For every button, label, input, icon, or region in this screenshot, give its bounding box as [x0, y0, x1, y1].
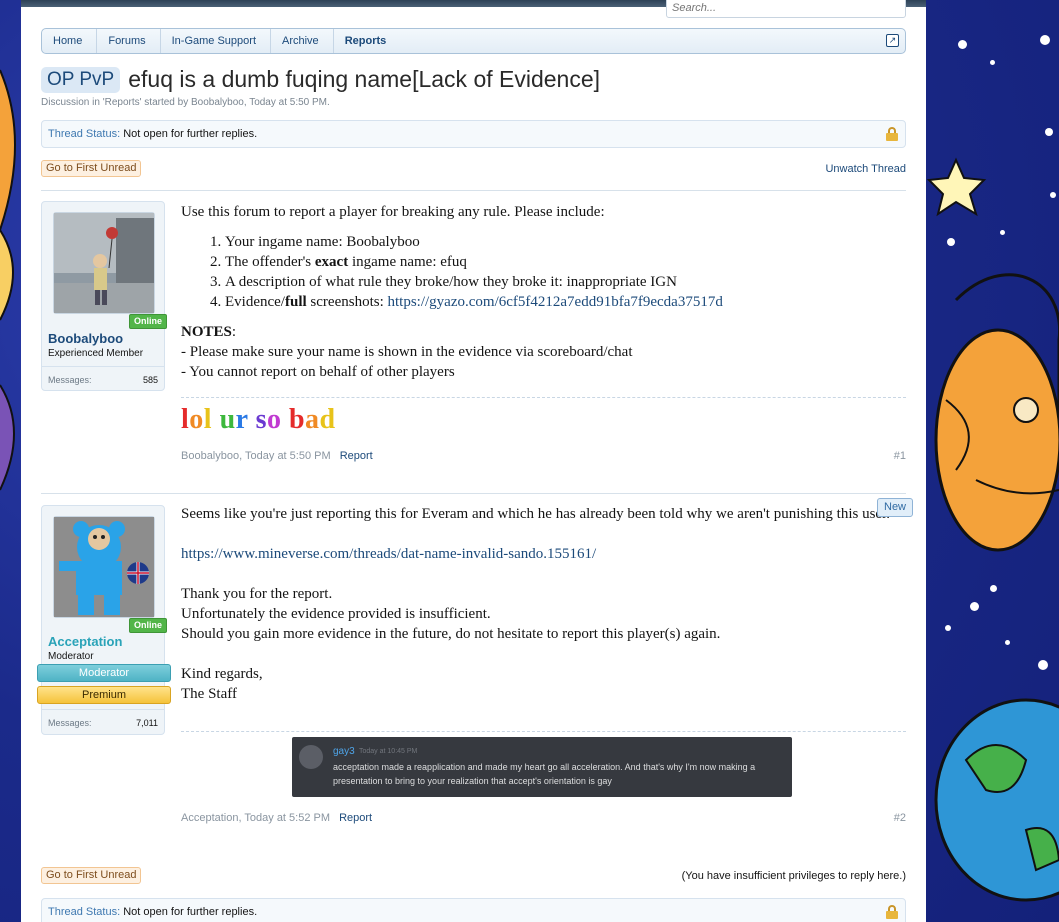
- user-title: Experienced Member: [48, 348, 144, 359]
- page-title: efuq is a dumb fuqing name[Lack of Evide…: [128, 66, 601, 92]
- post-1-user-info: Online Boobalyboo Experienced Member Mes…: [41, 201, 167, 391]
- signature: lol ur so bad: [181, 404, 336, 436]
- divider: [41, 493, 906, 494]
- meta-time[interactable]: Today at 5:52 PM: [244, 812, 330, 824]
- post-text: Unfortunately the evidence provided is i…: [181, 606, 491, 622]
- notes-heading: NOTES:: [181, 324, 237, 340]
- thread-link[interactable]: https://www.mineverse.com/threads/dat-na…: [181, 546, 596, 562]
- post-1-content: Use this forum to report a player for br…: [181, 202, 906, 382]
- star-dot: [1045, 128, 1053, 136]
- thread-status-value: Not open for further replies.: [123, 906, 258, 918]
- star-dot: [1005, 640, 1010, 645]
- thread-status-bar: Thread Status: Not open for further repl…: [41, 120, 906, 148]
- go-to-first-unread-button[interactable]: Go to First Unread: [41, 867, 142, 884]
- post-2-user-info: Online Acceptation Moderator Moderator P…: [37, 505, 171, 735]
- insufficient-privileges-notice: (You have insufficient privileges to rep…: [681, 870, 906, 882]
- discord-message: acceptation made a reapplication and mad…: [333, 762, 756, 786]
- divider: [41, 190, 906, 191]
- star-dot: [990, 60, 995, 65]
- thread-title-row: OP PvP efuq is a dumb fuqing name[Lack o…: [41, 66, 600, 93]
- breadcrumb-in-game-support[interactable]: In-Game Support: [161, 29, 271, 53]
- online-badge: Online: [128, 618, 167, 633]
- breadcrumb-archive[interactable]: Archive: [271, 29, 334, 53]
- messages-label: Messages:: [48, 375, 92, 385]
- post-author-name[interactable]: Acceptation: [48, 634, 122, 649]
- star-dot: [1038, 660, 1048, 670]
- avatar[interactable]: [53, 516, 155, 618]
- signature-divider: [181, 397, 906, 398]
- background-left-planets: [0, 69, 16, 491]
- post-text: Should you gain more evidence in the fut…: [181, 626, 721, 642]
- discord-timestamp: Today at 10:45 PM: [359, 748, 418, 755]
- star-dot: [958, 40, 967, 49]
- breadcrumb-home[interactable]: Home: [42, 29, 98, 53]
- note-line: - Please make sure your name is shown in…: [181, 344, 633, 360]
- star-dot: [945, 625, 951, 631]
- list-item: A description of what rule they broke/ho…: [225, 272, 906, 292]
- lock-icon: [886, 905, 898, 919]
- discord-username: gay3: [333, 746, 355, 757]
- avatar-image: [54, 517, 154, 617]
- new-post-badge: New: [877, 498, 914, 517]
- post-intro: Use this forum to report a player for br…: [181, 204, 605, 220]
- star-dot: [970, 602, 979, 611]
- avatar-image: [54, 213, 154, 313]
- post-text: Thank you for the report.: [181, 586, 333, 602]
- report-link[interactable]: Report: [340, 450, 373, 462]
- lock-icon: [886, 127, 898, 141]
- background-right-decorations: [926, 157, 1059, 902]
- post-2-meta: Acceptation, Today at 5:52 PM Report: [181, 812, 373, 824]
- signature-text: lol ur so bad: [181, 404, 336, 435]
- evidence-link[interactable]: https://gyazo.com/6cf5f4212a7edd91bfa7f9…: [388, 294, 723, 310]
- thread-status-value: Not open for further replies.: [123, 128, 258, 140]
- thread-status-label: Thread Status:: [48, 128, 121, 140]
- search-input[interactable]: [666, 0, 906, 18]
- report-link[interactable]: Report: [339, 812, 372, 824]
- star-dot: [1040, 35, 1050, 45]
- moderator-banner: Moderator: [37, 664, 171, 682]
- premium-banner: Premium: [37, 686, 171, 704]
- post-text: The Staff: [181, 686, 237, 702]
- unwatch-thread-link[interactable]: Unwatch Thread: [825, 163, 906, 175]
- post-text: Kind regards,: [181, 666, 263, 682]
- post-2-content: Seems like you're just reporting this fo…: [181, 504, 906, 704]
- star-dot: [947, 238, 955, 246]
- note-line: - You cannot report on behalf of other p…: [181, 364, 455, 380]
- messages-count: 585: [142, 375, 158, 385]
- user-title: Moderator: [48, 651, 94, 662]
- breadcrumb: Home Forums In-Game Support Archive Repo…: [41, 28, 906, 54]
- report-checklist: Your ingame name: Boobalyboo The offende…: [181, 232, 906, 312]
- list-item: The offender's exact ingame name: efuq: [225, 252, 906, 272]
- list-item: Your ingame name: Boobalyboo: [225, 232, 906, 252]
- meta-author[interactable]: Boobalyboo: [181, 450, 239, 462]
- jump-to-icon[interactable]: ↗: [886, 34, 899, 47]
- online-badge: Online: [128, 314, 167, 329]
- discord-screenshot: gay3 Today at 10:45 PM acceptation made …: [292, 737, 792, 797]
- breadcrumb-reports[interactable]: Reports: [334, 29, 401, 53]
- messages-label: Messages:: [48, 718, 92, 728]
- post-number[interactable]: #2: [894, 812, 906, 824]
- list-item: Evidence/full screenshots: https://gyazo…: [225, 292, 906, 312]
- post-number[interactable]: #1: [894, 450, 906, 462]
- go-to-first-unread-button[interactable]: Go to First Unread: [41, 160, 142, 177]
- post-text: Seems like you're just reporting this fo…: [181, 506, 890, 522]
- star-dot: [990, 585, 997, 592]
- signature-divider: [181, 731, 906, 732]
- thread-prefix[interactable]: OP PvP: [41, 66, 121, 93]
- main-panel: Home Forums In-Game Support Archive Repo…: [21, 0, 926, 922]
- star-dot: [1050, 192, 1056, 198]
- thread-description: Discussion in 'Reports' started by Booba…: [41, 97, 330, 108]
- discord-avatar: [299, 745, 323, 769]
- thread-status-bar: Thread Status: Not open for further repl…: [41, 898, 906, 922]
- thread-status-label: Thread Status:: [48, 906, 121, 918]
- meta-time[interactable]: Today at 5:50 PM: [245, 450, 331, 462]
- star-dot: [1000, 230, 1005, 235]
- breadcrumb-forums[interactable]: Forums: [97, 29, 161, 53]
- avatar[interactable]: [53, 212, 155, 314]
- meta-author[interactable]: Acceptation: [181, 812, 238, 824]
- post-1-meta: Boobalyboo, Today at 5:50 PM Report: [181, 450, 373, 462]
- messages-count: 7,011: [136, 718, 158, 728]
- post-author-name[interactable]: Boobalyboo: [48, 331, 123, 346]
